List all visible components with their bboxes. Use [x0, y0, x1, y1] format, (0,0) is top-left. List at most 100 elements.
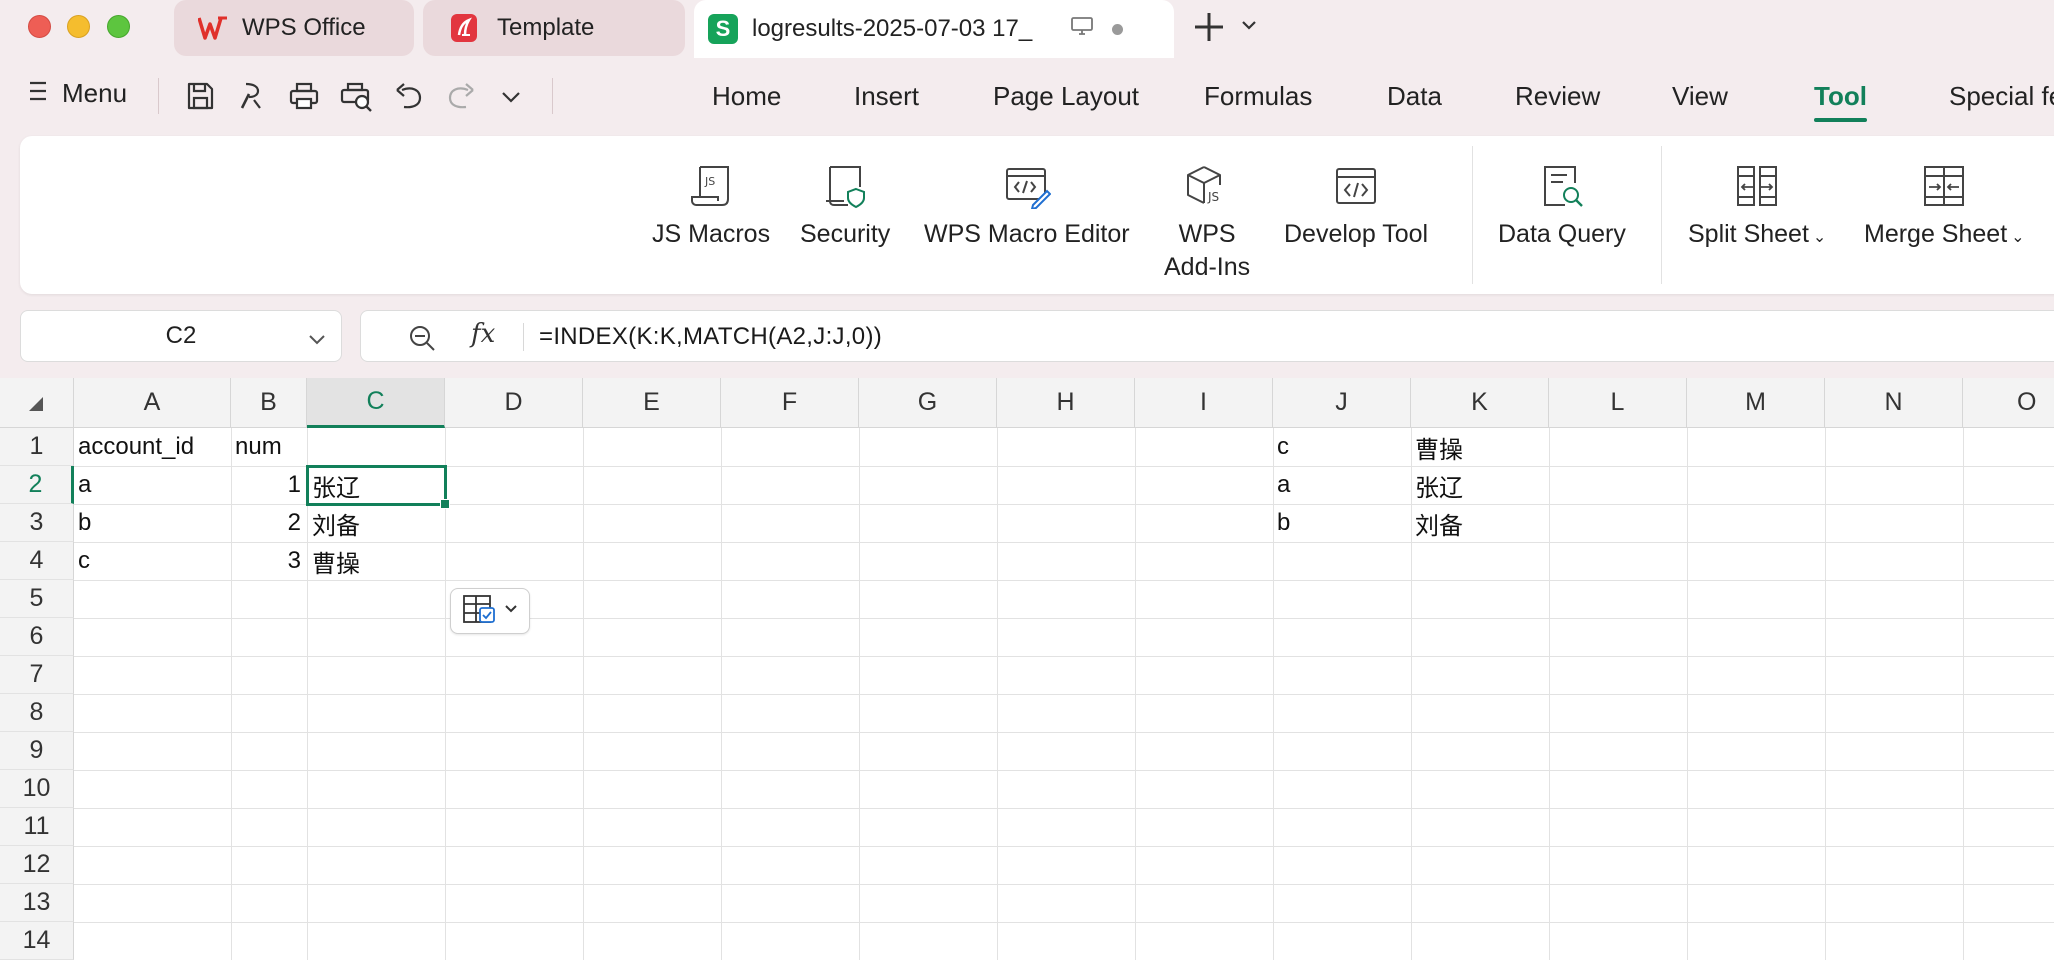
menu-button[interactable]: Menu [28, 78, 127, 109]
row-header[interactable]: 4 [0, 542, 74, 580]
data-query-label: Data Query [1498, 220, 1626, 248]
new-tab-button[interactable] [1192, 10, 1226, 49]
minimize-window-button[interactable] [67, 15, 90, 38]
tab-view[interactable]: View [1672, 64, 1814, 128]
column-header[interactable]: H [997, 378, 1135, 428]
print-icon[interactable] [288, 80, 320, 117]
tab-special-features[interactable]: Special fe [1949, 64, 2054, 128]
close-window-button[interactable] [28, 15, 51, 38]
undo-icon[interactable] [394, 80, 424, 117]
tab-home[interactable]: Home [712, 64, 854, 128]
tab-template[interactable]: Template [423, 0, 685, 56]
column-header[interactable]: N [1825, 378, 1963, 428]
develop-tool-button[interactable]: Develop Tool [1284, 158, 1428, 251]
cell-J1[interactable]: c [1277, 428, 1289, 466]
cell-B4[interactable]: 3 [231, 542, 301, 580]
split-sheet-button[interactable]: Split Sheet ⌄ [1688, 158, 1826, 254]
cell-A1[interactable]: account_id [78, 428, 194, 466]
chevron-down-icon[interactable]: ⌄ [2011, 229, 2024, 246]
cell-K3[interactable]: 刘备 [1415, 504, 1463, 542]
more-commands-icon[interactable] [500, 88, 522, 111]
row-header-selected[interactable]: 2 [0, 466, 74, 504]
row-header[interactable]: 9 [0, 732, 74, 770]
format-painter-icon[interactable] [236, 80, 268, 117]
unsaved-dot-icon[interactable] [1112, 23, 1123, 35]
column-header-selected[interactable]: C [307, 378, 445, 428]
tab-page-layout[interactable]: Page Layout [993, 64, 1204, 128]
row-header[interactable]: 3 [0, 504, 74, 542]
tab-formulas[interactable]: Formulas [1204, 64, 1387, 128]
row-header[interactable]: 8 [0, 694, 74, 732]
cell-J3[interactable]: b [1277, 504, 1290, 542]
cell-A2[interactable]: a [78, 466, 91, 504]
cell-A4[interactable]: c [78, 542, 90, 580]
svg-text:JS: JS [704, 175, 715, 188]
row-header[interactable]: 5 [0, 580, 74, 618]
column-header[interactable]: B [231, 378, 307, 428]
cell-A3[interactable]: b [78, 504, 91, 542]
save-icon[interactable] [184, 80, 216, 117]
tab-review[interactable]: Review [1515, 64, 1672, 128]
spreadsheet-icon: S [708, 14, 738, 44]
tab-label: WPS Office [242, 14, 366, 41]
column-header[interactable]: D [445, 378, 583, 428]
fill-handle[interactable] [440, 499, 450, 509]
formula-input[interactable]: =INDEX(K:K,MATCH(A2,J:J,0)) [539, 323, 882, 351]
tab-insert[interactable]: Insert [854, 64, 993, 128]
zoom-out-icon[interactable] [407, 323, 437, 358]
column-header[interactable]: E [583, 378, 721, 428]
template-icon [449, 13, 479, 43]
row-header[interactable]: 7 [0, 656, 74, 694]
row-header[interactable]: 11 [0, 808, 74, 846]
chevron-down-icon[interactable] [307, 327, 327, 355]
cell-K2[interactable]: 张辽 [1415, 466, 1463, 504]
column-header[interactable]: I [1135, 378, 1273, 428]
cell-C3[interactable]: 刘备 [312, 504, 360, 542]
svg-text:JS: JS [1207, 190, 1219, 204]
row-header[interactable]: 10 [0, 770, 74, 808]
paste-options-button[interactable] [450, 588, 530, 634]
redo-icon[interactable] [446, 80, 476, 117]
ribbon-panel: JS JS Macros Security WPS Macro Editor J… [20, 136, 2054, 294]
cell-J2[interactable]: a [1277, 466, 1290, 504]
select-all-button[interactable] [0, 378, 74, 428]
cell-B3[interactable]: 2 [231, 504, 301, 542]
tab-data[interactable]: Data [1387, 64, 1515, 128]
column-header[interactable]: O [1963, 378, 2054, 428]
column-header[interactable]: M [1687, 378, 1825, 428]
data-query-button[interactable]: Data Query [1498, 158, 1626, 251]
add-ins-cube-icon: JS [1184, 158, 1230, 214]
print-preview-icon[interactable] [340, 80, 374, 117]
chevron-down-icon[interactable] [1240, 16, 1258, 39]
column-header[interactable]: L [1549, 378, 1687, 428]
cell-B1[interactable]: num [235, 428, 282, 466]
wps-macro-editor-button[interactable]: WPS Macro Editor [924, 158, 1130, 251]
row-header[interactable]: 12 [0, 846, 74, 884]
column-header[interactable]: A [74, 378, 231, 428]
tab-wps-office[interactable]: WPS Office [174, 0, 414, 56]
merge-sheet-label: Merge Sheet ⌄ [1864, 220, 2025, 248]
formula-bar: fx =INDEX(K:K,MATCH(A2,J:J,0)) [360, 310, 2054, 362]
chevron-down-icon[interactable]: ⌄ [1813, 229, 1826, 246]
spreadsheet-grid[interactable]: A B C D E F G H I J K L M N O 1 2 3 4 5 … [0, 378, 2054, 960]
merge-sheet-button[interactable]: Merge Sheet ⌄ [1864, 158, 2025, 254]
column-header[interactable]: G [859, 378, 997, 428]
tab-tool[interactable]: Tool [1814, 64, 1867, 128]
tab-logresults[interactable]: S logresults-2025-07-03 17_ [694, 0, 1174, 58]
cell-B2[interactable]: 1 [231, 466, 301, 504]
column-header[interactable]: K [1411, 378, 1549, 428]
column-header[interactable]: F [721, 378, 859, 428]
column-header[interactable]: J [1273, 378, 1411, 428]
row-header[interactable]: 14 [0, 922, 74, 960]
cell-C4[interactable]: 曹操 [312, 542, 360, 580]
zoom-window-button[interactable] [107, 15, 130, 38]
row-header[interactable]: 6 [0, 618, 74, 656]
insert-function-icon[interactable]: fx [471, 319, 495, 349]
name-box[interactable]: C2 [20, 310, 342, 362]
wps-add-ins-button[interactable]: JS WPS Add-Ins [1164, 158, 1250, 284]
security-button[interactable]: Security [800, 158, 890, 251]
row-header[interactable]: 1 [0, 428, 74, 466]
row-header[interactable]: 13 [0, 884, 74, 922]
cell-K1[interactable]: 曹操 [1415, 428, 1463, 466]
js-macros-button[interactable]: JS JS Macros [652, 158, 770, 251]
